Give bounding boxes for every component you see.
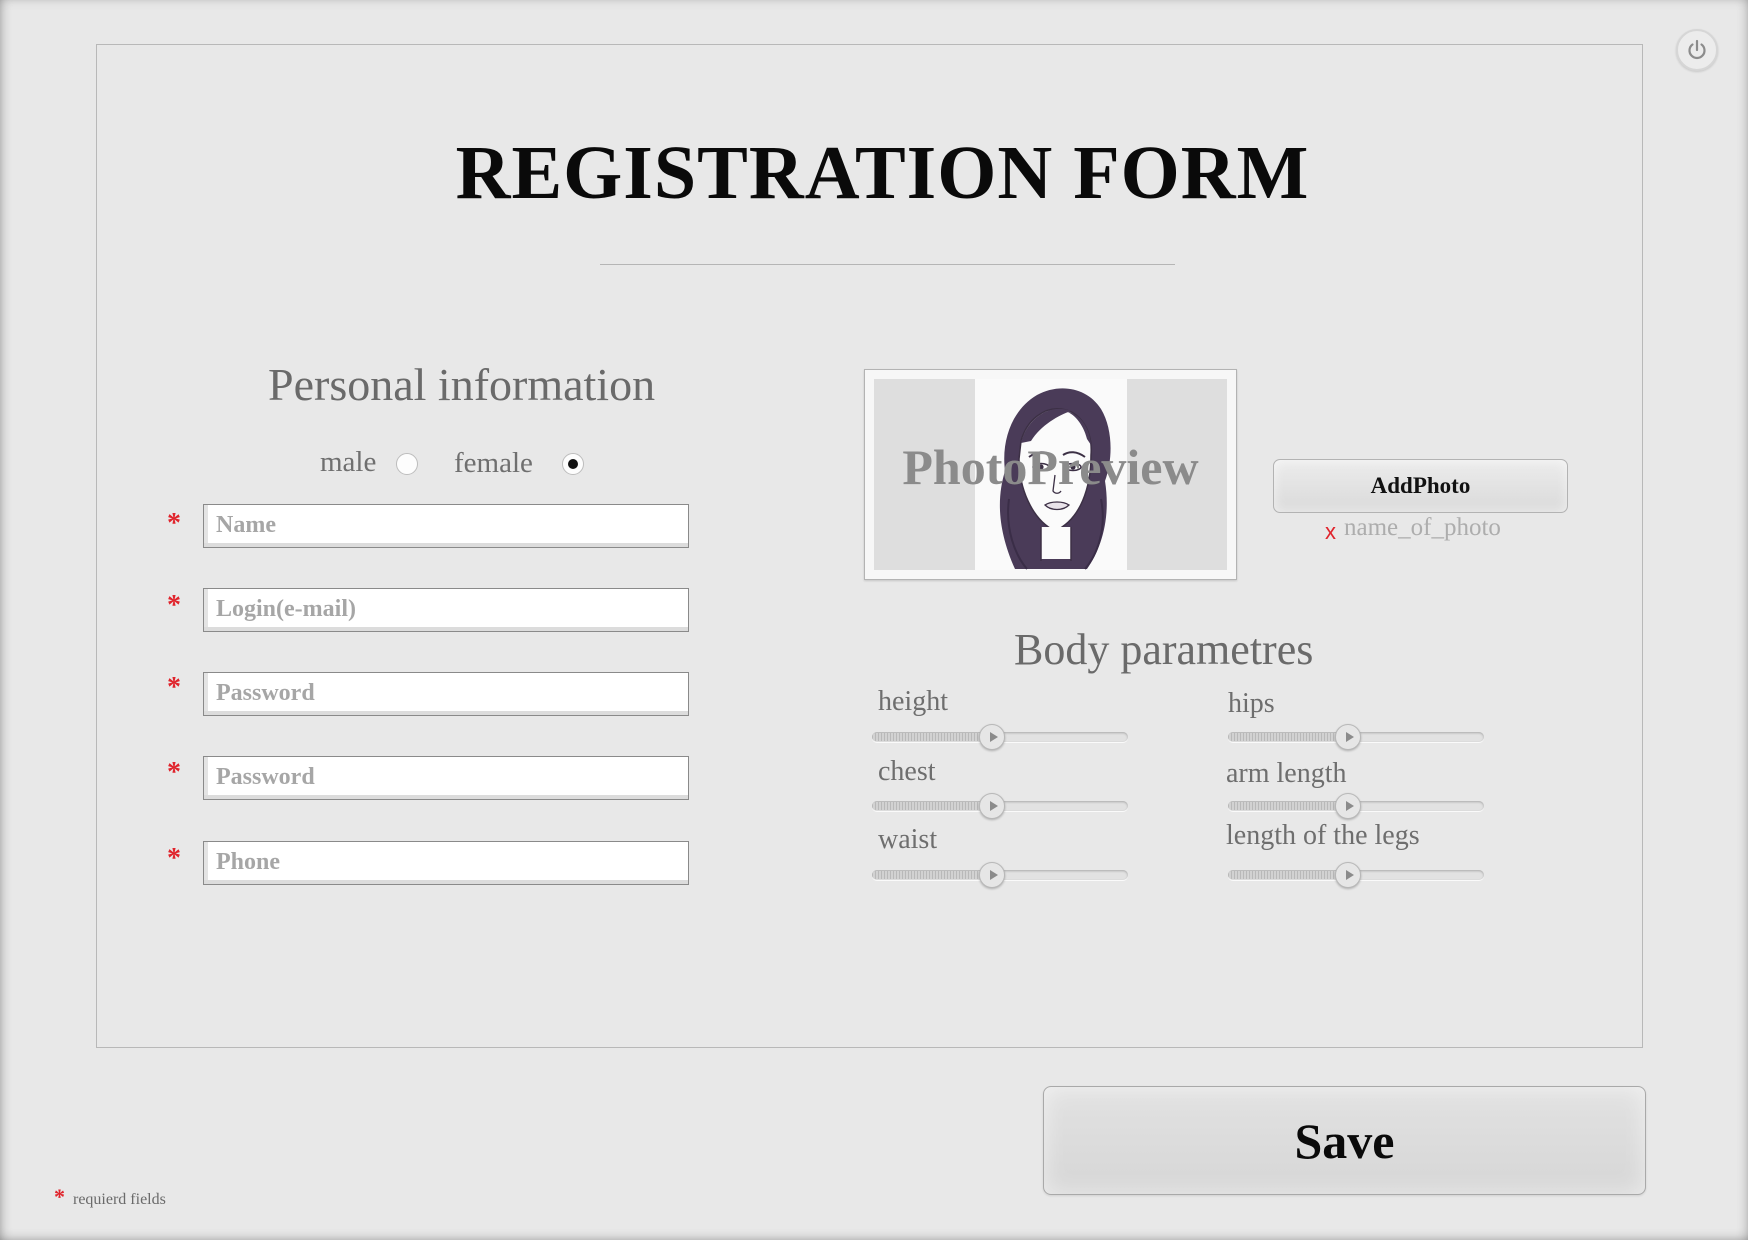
slider-thumb[interactable] <box>1335 862 1362 888</box>
play-arrow-icon <box>1345 801 1354 811</box>
waist-slider[interactable] <box>868 862 1132 888</box>
slider-fill <box>1228 733 1349 741</box>
legs-length-slider[interactable] <box>1224 862 1488 888</box>
param-label-hips: hips <box>1228 688 1275 719</box>
remove-photo-icon[interactable]: x <box>1325 519 1336 545</box>
photo-preview-area <box>874 379 1227 570</box>
personal-info-title: Personal information <box>268 359 656 410</box>
password-confirm-field <box>203 756 689 800</box>
gender-female-label: female <box>454 447 533 479</box>
param-label-chest: chest <box>878 756 936 787</box>
play-arrow-icon <box>989 801 998 811</box>
add-photo-button[interactable]: AddPhoto <box>1273 459 1568 513</box>
photo-file-name: name_of_photo <box>1344 514 1501 541</box>
required-note-text: requierd fields <box>73 1191 166 1208</box>
page-title: REGISTRATION FORM <box>455 131 1310 215</box>
password-confirm-input[interactable] <box>216 759 676 795</box>
required-fields-note: * requierd fields <box>54 1184 166 1210</box>
password-input[interactable] <box>216 675 676 711</box>
login-email-input[interactable] <box>216 591 676 627</box>
arm-length-slider[interactable] <box>1224 793 1488 819</box>
required-star: * <box>167 590 181 621</box>
save-button[interactable]: Save <box>1043 1086 1646 1195</box>
required-star: * <box>54 1184 65 1209</box>
name-field <box>203 504 689 548</box>
param-label-arm-length: arm length <box>1226 758 1347 789</box>
slider-fill <box>1228 802 1349 810</box>
radio-selected-dot <box>568 459 578 469</box>
slider-thumb[interactable] <box>1335 793 1362 819</box>
gender-male-radio[interactable] <box>396 453 418 475</box>
slider-thumb[interactable] <box>1335 724 1362 750</box>
power-button[interactable] <box>1676 29 1718 71</box>
chest-slider[interactable] <box>868 793 1132 819</box>
slider-thumb[interactable] <box>979 724 1006 750</box>
play-arrow-icon <box>1345 870 1354 880</box>
required-star: * <box>167 757 181 788</box>
phone-input[interactable] <box>216 844 676 880</box>
slider-fill <box>1228 871 1349 879</box>
required-star: * <box>167 843 181 874</box>
slider-thumb[interactable] <box>979 793 1006 819</box>
password-field <box>203 672 689 716</box>
play-arrow-icon <box>1345 732 1354 742</box>
face-illustration <box>975 379 1127 570</box>
phone-field <box>203 841 689 885</box>
gender-male-label: male <box>320 446 377 478</box>
param-label-waist: waist <box>878 824 938 855</box>
param-label-height: height <box>878 686 948 717</box>
gender-female-radio[interactable] <box>562 453 584 475</box>
slider-thumb[interactable] <box>979 862 1006 888</box>
name-input[interactable] <box>216 507 676 543</box>
param-label-legs-length: length of the legs <box>1226 820 1420 851</box>
body-params-title: Body parametres <box>1014 625 1314 674</box>
slider-fill <box>872 733 993 741</box>
required-star: * <box>167 672 181 703</box>
title-divider <box>600 264 1175 265</box>
photo-preview-frame <box>864 369 1237 580</box>
slider-fill <box>872 802 993 810</box>
hips-slider[interactable] <box>1224 724 1488 750</box>
power-icon <box>1688 39 1706 60</box>
height-slider[interactable] <box>868 724 1132 750</box>
login-field <box>203 588 689 632</box>
required-star: * <box>167 508 181 539</box>
play-arrow-icon <box>989 732 998 742</box>
slider-fill <box>872 871 993 879</box>
play-arrow-icon <box>989 870 998 880</box>
